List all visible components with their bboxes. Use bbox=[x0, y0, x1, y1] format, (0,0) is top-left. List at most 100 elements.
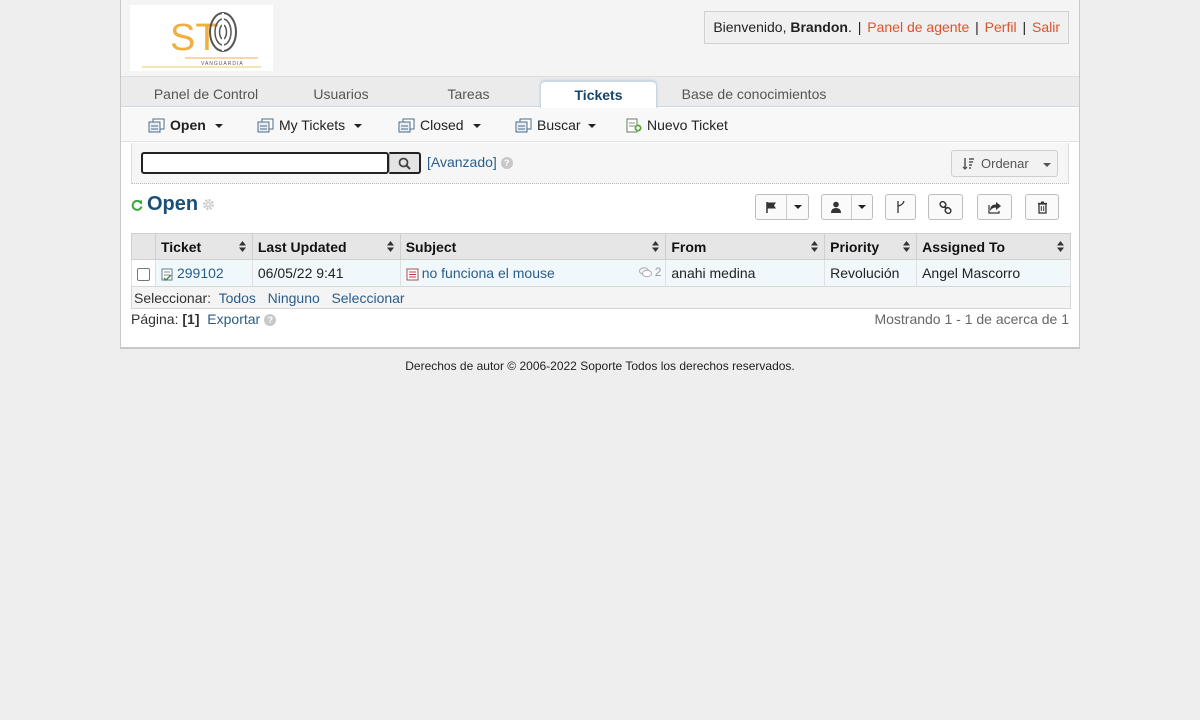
ticket-actions bbox=[755, 194, 1065, 220]
select-none-link[interactable]: Ninguno bbox=[268, 290, 320, 306]
select-controls: Seleccionar: Todos Ninguno Seleccionar bbox=[131, 286, 1071, 309]
priority-cell: Revolución bbox=[824, 259, 918, 287]
delete-button[interactable] bbox=[1025, 194, 1059, 220]
help-icon[interactable]: ? bbox=[500, 157, 513, 170]
column-header-from[interactable]: From bbox=[665, 233, 826, 260]
row-checkbox-cell bbox=[131, 259, 156, 287]
chevron-down-icon bbox=[214, 124, 223, 128]
new-ticket-icon bbox=[626, 118, 642, 132]
checkbox-header bbox=[131, 233, 156, 260]
new-ticket-link[interactable]: Nuevo Ticket bbox=[626, 108, 728, 142]
search-input[interactable] bbox=[141, 152, 389, 174]
select-row: Seleccionar: Todos Ninguno Seleccionar bbox=[131, 286, 1071, 309]
share-icon bbox=[987, 201, 1001, 214]
gear-icon[interactable] bbox=[202, 198, 215, 211]
queue-title[interactable]: Open bbox=[147, 193, 198, 216]
profile-link[interactable]: Perfil bbox=[985, 19, 1017, 35]
chevron-down-icon bbox=[354, 124, 363, 128]
page-label: Página: bbox=[131, 311, 179, 327]
flag-status-button[interactable] bbox=[755, 194, 809, 220]
assigned-to-cell: Angel Mascorro bbox=[916, 259, 1071, 287]
agent-panel-link[interactable]: Panel de agente bbox=[867, 19, 969, 35]
sort-icon bbox=[811, 241, 819, 252]
last-updated-cell: 06/05/22 9:41 bbox=[251, 259, 401, 287]
flag-icon bbox=[765, 201, 776, 213]
chevron-down-icon bbox=[793, 205, 802, 209]
thread-count: 2 bbox=[638, 265, 661, 279]
column-header-assigned-to[interactable]: Assigned To bbox=[916, 233, 1071, 260]
link-icon bbox=[939, 200, 952, 214]
subject-cell: no funciona el mouse 2 bbox=[399, 259, 667, 287]
export-link[interactable]: Exportar bbox=[207, 311, 260, 327]
tab-tasks[interactable]: Tareas bbox=[426, 81, 511, 108]
advanced-search: [Avanzado]? bbox=[427, 154, 513, 170]
trash-icon bbox=[1037, 201, 1047, 214]
merge-icon bbox=[896, 200, 905, 213]
comments-icon bbox=[638, 266, 652, 277]
tickets-icon bbox=[515, 118, 532, 132]
sort-icon bbox=[386, 241, 394, 252]
user-icon bbox=[831, 201, 842, 213]
refresh-icon[interactable] bbox=[131, 199, 143, 211]
chevron-down-icon bbox=[587, 124, 596, 128]
open-queue-menu[interactable]: Open bbox=[148, 108, 223, 142]
column-header-ticket[interactable]: Ticket bbox=[154, 233, 253, 260]
from-cell: anahi medina bbox=[665, 259, 826, 287]
table-row: 299102 06/05/22 9:41 no funciona el mous… bbox=[131, 259, 1071, 287]
closed-queue-menu[interactable]: Closed bbox=[398, 108, 481, 142]
link-button[interactable] bbox=[928, 194, 963, 220]
tab-dashboard[interactable]: Panel de Control bbox=[131, 81, 281, 108]
table-header-row: Ticket Last Updated Subject From Priorit… bbox=[131, 233, 1071, 260]
pagination: Página: [1] Exportar? bbox=[131, 311, 277, 327]
search-bar: [Avanzado]? Ordenar bbox=[131, 143, 1069, 184]
search-button[interactable] bbox=[389, 152, 421, 174]
logo-subtext: VANGUARDIA bbox=[201, 61, 244, 67]
sort-icon bbox=[652, 241, 660, 252]
column-header-priority[interactable]: Priority bbox=[824, 233, 918, 260]
current-page[interactable]: [1] bbox=[182, 311, 199, 327]
my-tickets-menu[interactable]: My Tickets bbox=[257, 108, 363, 142]
welcome-text: Bienvenido, bbox=[713, 19, 791, 35]
logout-link[interactable]: Salir bbox=[1032, 19, 1060, 35]
username: Brandon bbox=[790, 19, 848, 35]
page-container: ST VANGUARDIA Bienvenido, Brandon. | Pan… bbox=[120, 0, 1080, 349]
chevron-down-icon bbox=[472, 124, 481, 128]
footer: Derechos de autor © 2006-2022 Soporte To… bbox=[0, 359, 1200, 373]
ticket-number-cell: 299102 bbox=[154, 259, 253, 287]
column-header-subject[interactable]: Subject bbox=[399, 233, 667, 260]
merge-button[interactable] bbox=[885, 194, 916, 220]
assign-button[interactable] bbox=[821, 194, 873, 220]
select-all-link[interactable]: Todos bbox=[219, 290, 256, 306]
help-icon[interactable]: ? bbox=[264, 314, 277, 327]
chevron-down-icon bbox=[857, 205, 866, 209]
ticket-icon bbox=[161, 268, 173, 281]
tickets-icon bbox=[257, 118, 274, 132]
advanced-search-link[interactable]: [Avanzado] bbox=[427, 154, 497, 170]
search-menu[interactable]: Buscar bbox=[515, 108, 596, 142]
select-toggle-link[interactable]: Seleccionar bbox=[331, 290, 404, 306]
transfer-button[interactable] bbox=[977, 194, 1012, 220]
tickets-table: Ticket Last Updated Subject From Priorit… bbox=[131, 233, 1071, 309]
column-header-last-updated[interactable]: Last Updated bbox=[251, 233, 401, 260]
logo[interactable]: ST VANGUARDIA bbox=[130, 5, 273, 71]
sort-icon bbox=[1057, 241, 1064, 252]
tickets-icon bbox=[398, 118, 415, 132]
sort-button[interactable]: Ordenar bbox=[951, 150, 1058, 177]
row-checkbox[interactable] bbox=[136, 267, 150, 281]
tab-tickets[interactable]: Tickets bbox=[540, 81, 657, 109]
sort-icon bbox=[903, 241, 911, 252]
tab-knowledgebase[interactable]: Base de conocimientos bbox=[674, 81, 834, 108]
copyright-text: Derechos de autor © 2006-2022 Soporte To… bbox=[405, 359, 795, 373]
logo-image: ST VANGUARDIA bbox=[142, 12, 261, 68]
header: ST VANGUARDIA Bienvenido, Brandon. | Pan… bbox=[121, 0, 1079, 76]
tickets-icon bbox=[148, 118, 165, 132]
tab-users[interactable]: Usuarios bbox=[296, 81, 386, 108]
subject-link[interactable]: no funciona el mouse bbox=[422, 265, 555, 281]
sort-icon bbox=[962, 158, 974, 170]
user-welcome-box: Bienvenido, Brandon. | Panel de agente |… bbox=[704, 11, 1069, 44]
results-count: Mostrando 1 - 1 de acerca de 1 bbox=[874, 311, 1069, 327]
ticket-number-link[interactable]: 299102 bbox=[177, 265, 224, 281]
chevron-down-icon bbox=[1042, 162, 1051, 167]
sort-icon bbox=[238, 241, 246, 252]
select-label: Seleccionar: bbox=[134, 289, 212, 306]
